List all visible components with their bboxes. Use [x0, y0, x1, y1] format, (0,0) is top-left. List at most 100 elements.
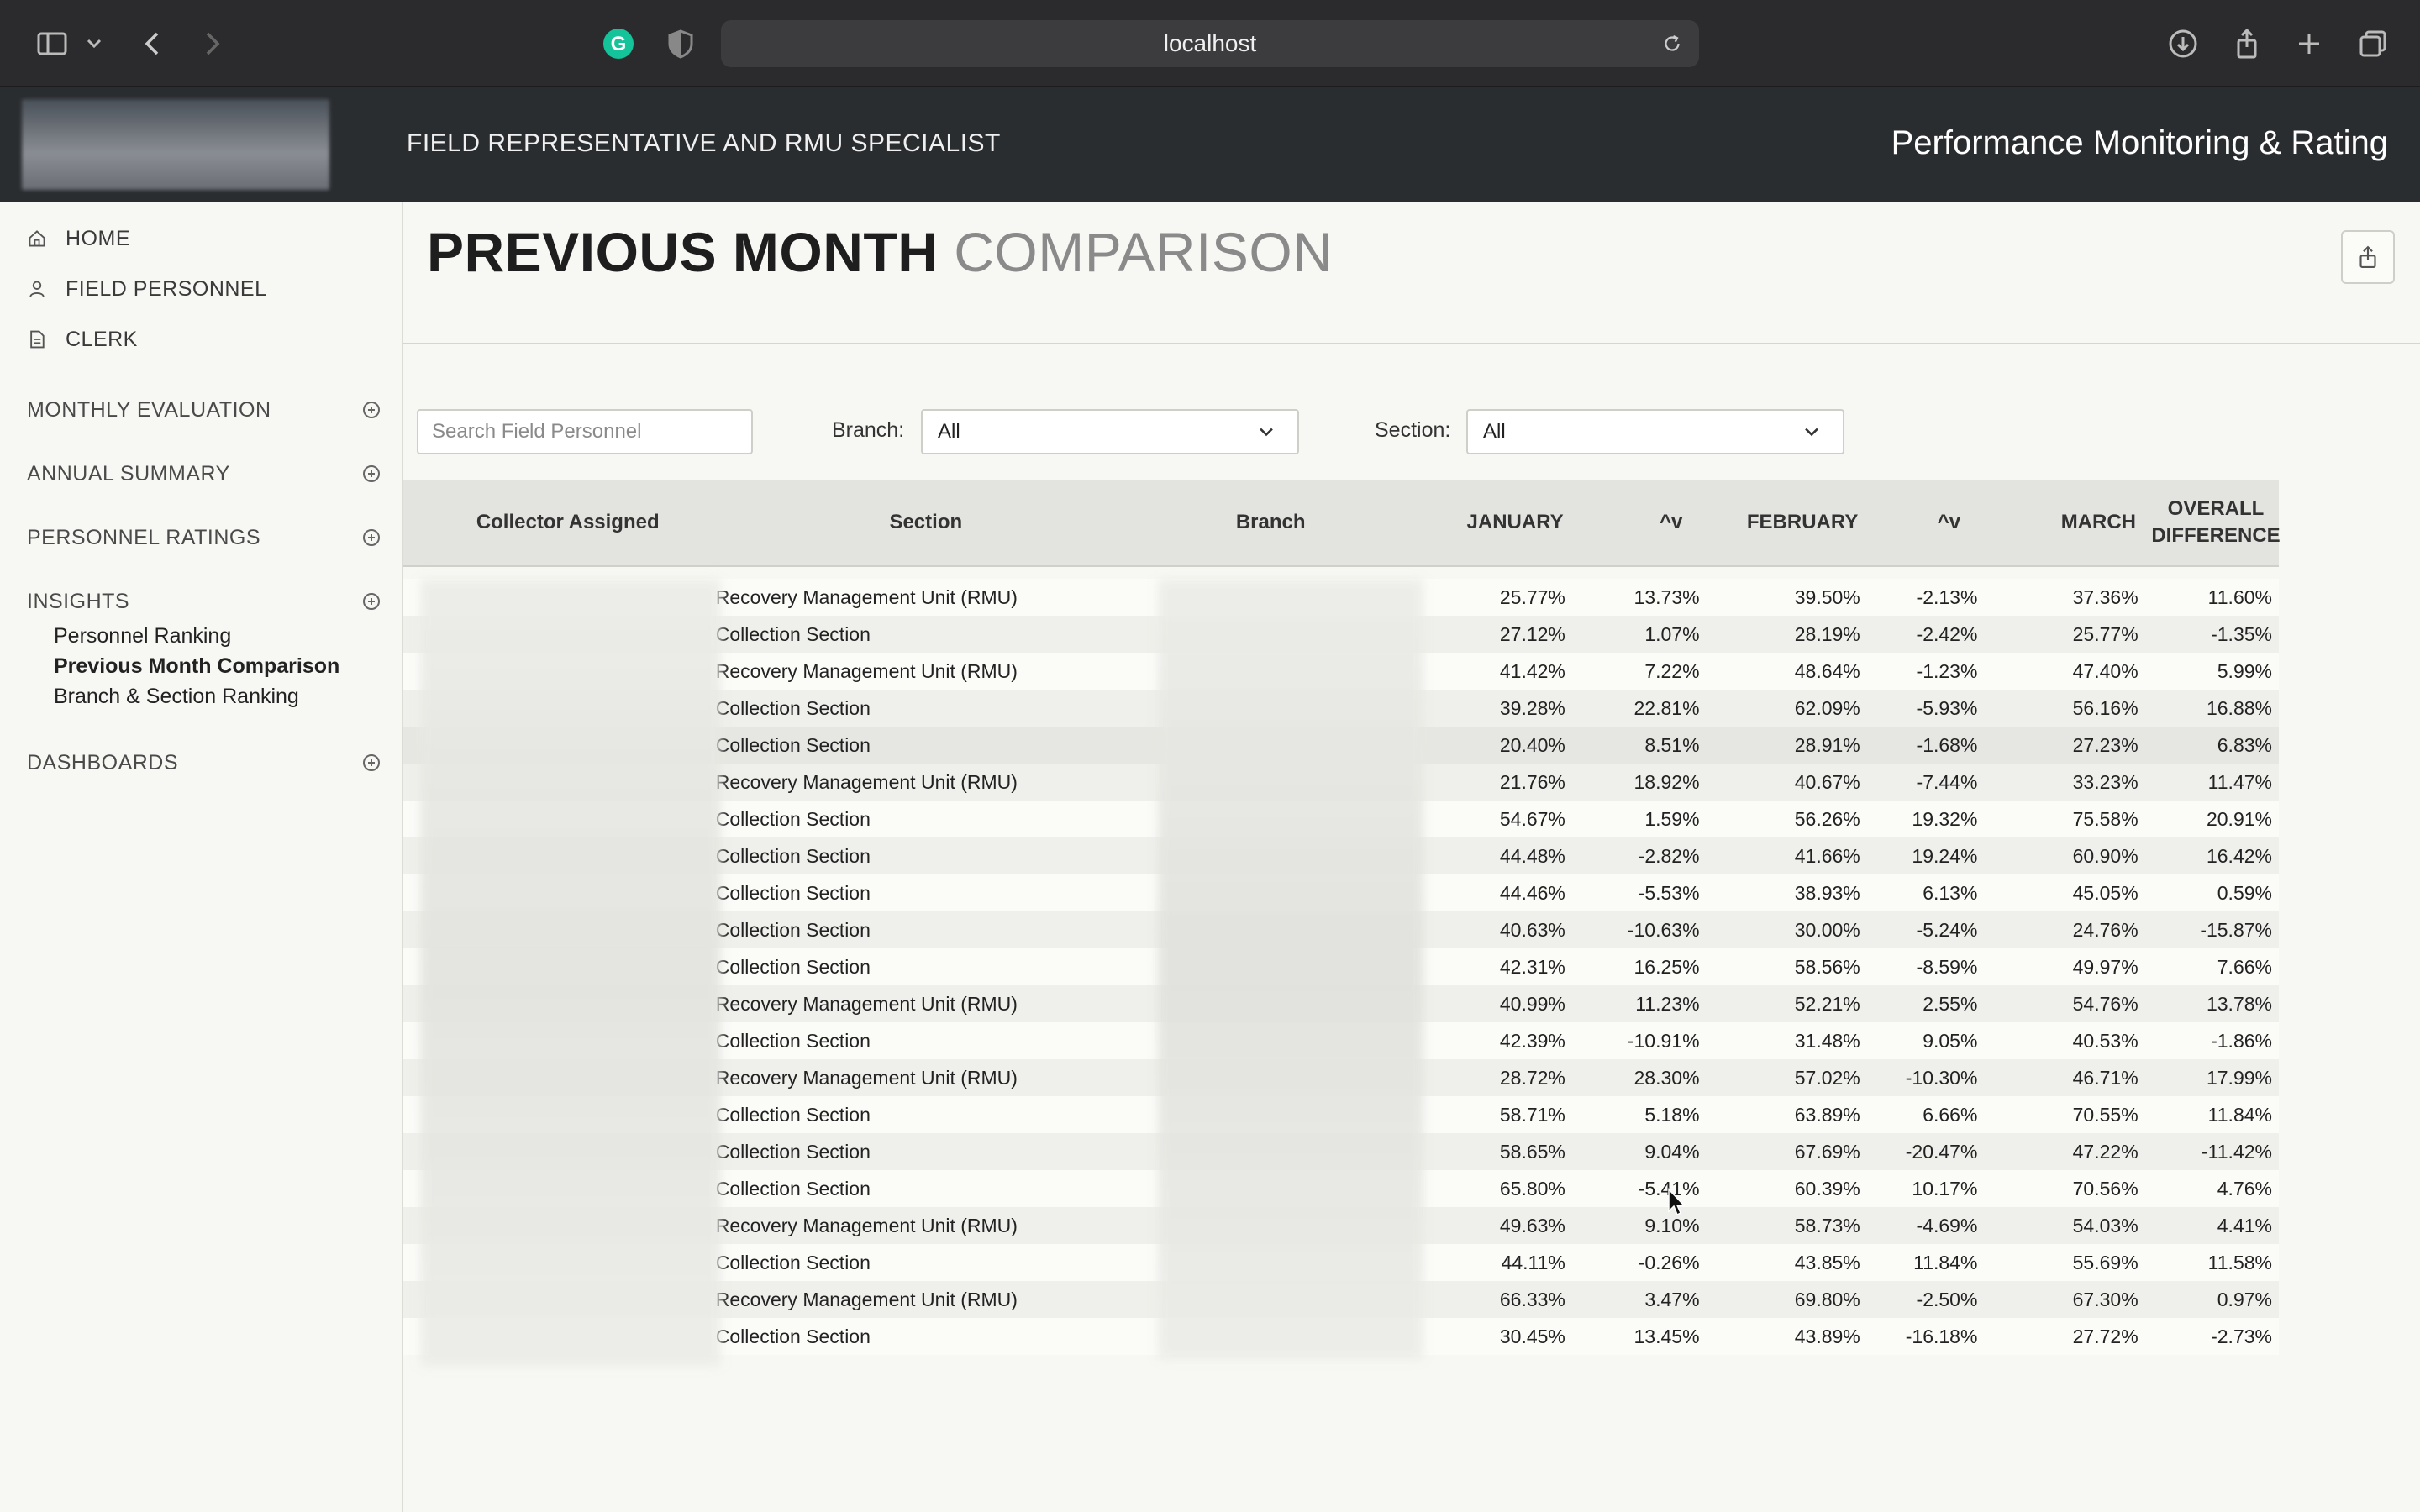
jan-cell: 30.45%: [1499, 1325, 1565, 1347]
d2-cell: -7.44%: [1916, 770, 1978, 793]
header-march[interactable]: MARCH: [1997, 480, 2136, 565]
feb-cell: 28.19%: [1794, 622, 1860, 645]
download-icon[interactable]: [2163, 24, 2203, 64]
nav-field-personnel[interactable]: FIELD PERSONNEL: [25, 272, 267, 306]
header-section[interactable]: Section: [715, 480, 1136, 565]
header-change-1[interactable]: ^v: [1581, 480, 1720, 565]
ov-cell: 20.91%: [2206, 807, 2272, 830]
d1-cell: 1.59%: [1644, 807, 1700, 830]
ov-cell: 13.78%: [2206, 992, 2272, 1015]
jan-cell: 58.65%: [1499, 1140, 1565, 1163]
back-icon[interactable]: [133, 24, 173, 64]
sidebar-item-branch-section-ranking[interactable]: Branch & Section Ranking: [54, 685, 299, 709]
chevron-down-icon: [1805, 428, 1818, 437]
title-divider: [403, 343, 2420, 344]
expand-icon[interactable]: [363, 593, 380, 610]
nav-home[interactable]: HOME: [25, 222, 130, 255]
ov-cell: 6.83%: [2217, 733, 2272, 756]
header-change-2[interactable]: ^v: [1858, 480, 1997, 565]
search-personnel-input[interactable]: [417, 409, 753, 454]
jan-cell: 42.31%: [1499, 955, 1565, 978]
header-branch[interactable]: Branch: [1136, 480, 1405, 565]
d1-cell: 18.92%: [1634, 770, 1700, 793]
feb-cell: 58.73%: [1794, 1214, 1860, 1236]
header-january[interactable]: JANUARY: [1405, 480, 1580, 565]
section-select[interactable]: All: [1466, 409, 1844, 454]
table-body: Recovery Management Unit (RMU) 25.77% 13.7…: [403, 579, 2279, 1367]
export-button[interactable]: [2341, 230, 2395, 284]
chevron-down-icon[interactable]: [77, 24, 111, 64]
section-cell: Collection Section: [715, 733, 871, 756]
feb-cell: 62.09%: [1794, 696, 1860, 719]
reload-icon[interactable]: [1655, 27, 1689, 60]
expand-icon[interactable]: [363, 402, 380, 418]
section-filter-label: Section:: [1375, 418, 1451, 442]
jan-cell: 44.46%: [1499, 881, 1565, 904]
feb-cell: 57.02%: [1794, 1066, 1860, 1089]
nav-clerk[interactable]: CLERK: [25, 323, 138, 356]
mar-cell: 67.30%: [2072, 1288, 2139, 1310]
d2-cell: -5.93%: [1916, 696, 1978, 719]
d2-cell: 9.05%: [1923, 1029, 1978, 1052]
mar-cell: 27.23%: [2072, 733, 2139, 756]
d1-cell: 3.47%: [1644, 1288, 1700, 1310]
new-tab-icon[interactable]: [2289, 24, 2329, 64]
feb-cell: 60.39%: [1794, 1177, 1860, 1200]
sidebar-item-previous-month-comparison[interactable]: Previous Month Comparison: [54, 654, 339, 679]
forward-icon[interactable]: [192, 24, 232, 64]
ov-cell: 16.42%: [2206, 844, 2272, 867]
jan-cell: 42.39%: [1499, 1029, 1565, 1052]
section-monthly-evaluation[interactable]: MONTHLY EVALUATION: [27, 393, 380, 427]
d1-cell: 9.04%: [1644, 1140, 1700, 1163]
jan-cell: 44.11%: [1501, 1251, 1565, 1273]
jan-cell: 41.42%: [1499, 659, 1565, 682]
share-icon[interactable]: [2227, 24, 2267, 64]
d1-cell: 13.45%: [1634, 1325, 1700, 1347]
section-insights[interactable]: INSIGHTS: [27, 585, 380, 618]
page-title-strong: PREVIOUS MONTH: [427, 221, 939, 283]
home-icon: [25, 227, 49, 250]
branch-filter-label: Branch:: [832, 418, 905, 442]
feb-cell: 52.21%: [1794, 992, 1860, 1015]
d2-cell: -20.47%: [1905, 1140, 1978, 1163]
feb-cell: 43.85%: [1794, 1251, 1860, 1273]
branch-select[interactable]: All: [921, 409, 1299, 454]
sidebar-toggle-icon[interactable]: [32, 24, 72, 64]
d2-cell: -2.42%: [1916, 622, 1978, 645]
grammarly-extension-icon[interactable]: G: [598, 24, 639, 64]
d2-cell: -1.23%: [1916, 659, 1978, 682]
page-title: PREVIOUS MONTH COMPARISON: [427, 220, 1333, 284]
tab-overview-icon[interactable]: [2353, 24, 2393, 64]
page-title-light: COMPARISON: [954, 221, 1334, 283]
expand-icon[interactable]: [363, 465, 380, 482]
jan-cell: 20.40%: [1499, 733, 1565, 756]
expand-icon[interactable]: [363, 529, 380, 546]
privacy-shield-icon[interactable]: [660, 24, 701, 64]
sidebar-item-personnel-ranking[interactable]: Personnel Ranking: [54, 624, 231, 648]
header-collector[interactable]: Collector Assigned: [403, 480, 715, 565]
feb-cell: 56.26%: [1794, 807, 1860, 830]
feb-cell: 39.50%: [1794, 585, 1860, 608]
header-overall-difference[interactable]: OVERALL DIFFERENCE: [2136, 480, 2280, 565]
section-cell: Collection Section: [715, 696, 871, 719]
d2-cell: -2.13%: [1916, 585, 1978, 608]
header-february[interactable]: FEBRUARY: [1719, 480, 1858, 565]
address-bar[interactable]: localhost: [721, 20, 1699, 67]
section-annual-summary[interactable]: ANNUAL SUMMARY: [27, 457, 380, 491]
ov-cell: -2.73%: [2211, 1325, 2272, 1347]
feb-cell: 43.89%: [1794, 1325, 1860, 1347]
expand-icon[interactable]: [363, 754, 380, 771]
section-cell: Collection Section: [715, 1325, 871, 1347]
section-personnel-ratings[interactable]: PERSONNEL RATINGS: [27, 521, 380, 554]
redacted-branch-names: [1158, 579, 1423, 1360]
document-icon: [25, 328, 49, 351]
feb-cell: 40.67%: [1794, 770, 1860, 793]
d1-cell: 11.23%: [1635, 992, 1700, 1015]
section-personnel-ratings-label: PERSONNEL RATINGS: [27, 525, 260, 549]
section-cell: Recovery Management Unit (RMU): [715, 1066, 1018, 1089]
section-monthly-evaluation-label: MONTHLY EVALUATION: [27, 397, 271, 422]
sidebar: HOME FIELD PERSONNEL CLERK MONTHLY EVALU…: [0, 202, 403, 1512]
section-dashboards[interactable]: DASHBOARDS: [27, 746, 380, 780]
section-cell: Collection Section: [715, 955, 871, 978]
mar-cell: 45.05%: [2072, 881, 2139, 904]
